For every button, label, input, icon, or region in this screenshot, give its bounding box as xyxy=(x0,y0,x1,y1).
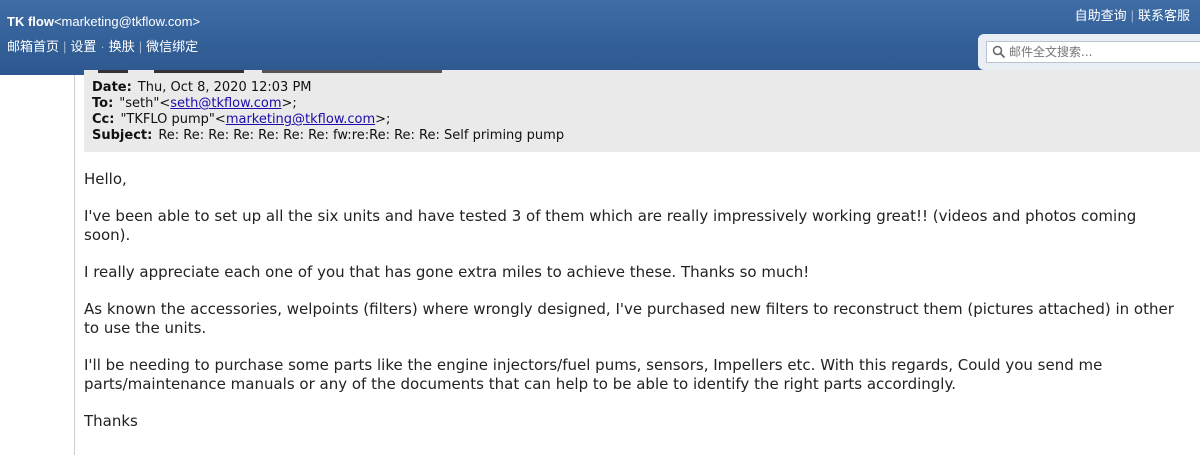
top-bar: TK flow<marketing@tkflow.com> 邮箱首页 | 设置 · 换肤… xyxy=(0,0,1200,75)
subject-label: Subject: xyxy=(92,128,153,143)
from-line-cut xyxy=(92,70,452,80)
body-paragraph: I'll be needing to purchase some parts l… xyxy=(84,356,1103,393)
nav-wechat-bind[interactable]: 微信绑定 xyxy=(146,39,198,54)
nav-settings[interactable]: 设置 xyxy=(70,39,96,54)
subject-line: Subject: Re: Re: Re: Re: Re: Re: Re: fw:r… xyxy=(92,128,564,143)
body-paragraph: Thanks xyxy=(84,412,138,430)
account-name: TK flow xyxy=(7,14,54,29)
search-icon[interactable] xyxy=(992,45,1006,59)
email-body: Hello, I've been able to set up all the … xyxy=(84,170,1184,449)
account-email: <marketing@tkflow.com> xyxy=(53,14,201,29)
body-paragraph: I really appreciate each one of you that… xyxy=(84,263,810,281)
date-label: Date: xyxy=(92,80,132,95)
top-right-links: 自助查询 | 联系客服 xyxy=(1075,5,1190,24)
to-email-link[interactable]: seth@tkflow.com xyxy=(170,96,281,111)
search-input[interactable] xyxy=(1009,43,1194,61)
date-value: Thu, Oct 8, 2020 12:03 PM xyxy=(137,80,312,95)
clipped-from-line xyxy=(98,70,442,73)
cc-label: Cc: xyxy=(92,112,115,127)
body-paragraph: As known the accessories, welpoints (fil… xyxy=(84,300,1174,337)
email-header: Date: Thu, Oct 8, 2020 12:03 PM To: "seth"… xyxy=(84,70,1200,152)
cc-line: Cc: "TKFLO pump"<marketing@tkflow.com>; xyxy=(92,112,391,127)
to-name: "seth" xyxy=(119,96,160,111)
main-nav: 邮箱首页 | 设置 · 换肤 | 微信绑定 xyxy=(7,36,198,55)
to-line: To: "seth"<seth@tkflow.com>; xyxy=(92,96,297,111)
nav-divider: · xyxy=(100,39,105,54)
left-gutter xyxy=(0,75,75,455)
body-paragraph: Hello, xyxy=(84,170,127,188)
search-box xyxy=(986,41,1200,63)
contact-support-link[interactable]: 联系客服 xyxy=(1138,8,1190,23)
nav-mailbox-home[interactable]: 邮箱首页 xyxy=(7,39,59,54)
self-service-link[interactable]: 自助查询 xyxy=(1075,8,1127,23)
cc-email-link[interactable]: marketing@tkflow.com xyxy=(226,112,375,127)
link-divider: | xyxy=(1130,8,1134,23)
body-paragraph: I've been able to set up all the six uni… xyxy=(84,207,1137,244)
nav-divider: | xyxy=(63,39,67,54)
nav-divider: | xyxy=(138,39,143,54)
cc-name: "TKFLO pump" xyxy=(120,112,215,127)
search-panel xyxy=(978,34,1200,70)
nav-skin[interactable]: 换肤 xyxy=(109,39,135,54)
subject-value: Re: Re: Re: Re: Re: Re: Re: fw:re:Re: Re… xyxy=(158,128,565,143)
account-brand: TK flow<marketing@tkflow.com> xyxy=(7,14,200,29)
date-line: Date: Thu, Oct 8, 2020 12:03 PM xyxy=(92,80,312,95)
to-label: To: xyxy=(92,96,114,111)
